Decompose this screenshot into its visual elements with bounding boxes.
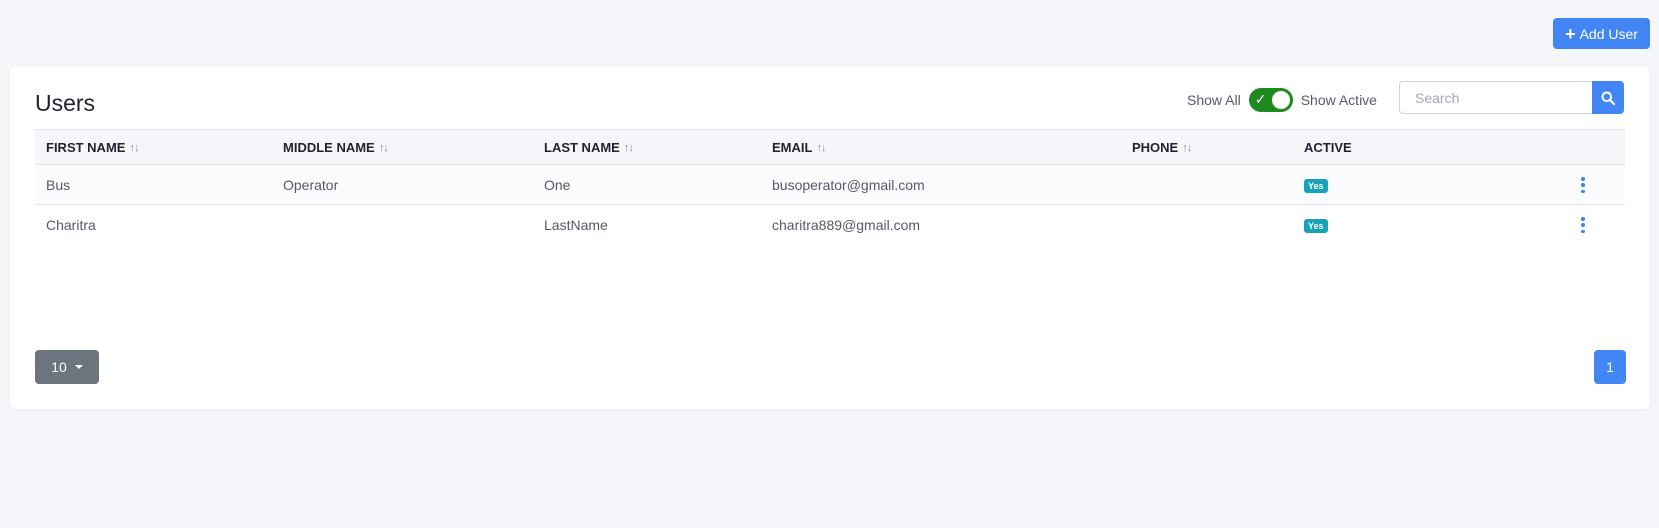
search-input[interactable]	[1399, 81, 1592, 114]
active-badge: Yes	[1304, 219, 1328, 233]
cell-first-name: Bus	[46, 177, 71, 193]
active-badge: Yes	[1304, 179, 1328, 193]
column-header-active: ACTIVE	[1304, 140, 1352, 155]
cell-first-name: Charitra	[46, 217, 96, 233]
cell-last-name: One	[544, 177, 571, 193]
column-header-middle-name[interactable]: MIDDLE NAME ↑↓	[283, 140, 389, 155]
cell-email: busoperator@gmail.com	[772, 177, 925, 193]
cell-middle-name: Operator	[283, 177, 339, 193]
active-filter-toggle-group: Show All ✓ Show Active	[1187, 87, 1377, 113]
sort-icon[interactable]: ↑↓	[379, 142, 389, 154]
show-active-label: Show Active	[1300, 92, 1377, 108]
pagination-page-button[interactable]: 1	[1594, 350, 1626, 384]
column-header-email[interactable]: EMAIL ↑↓	[772, 140, 826, 155]
column-label: MIDDLE NAME	[283, 140, 375, 155]
table-row[interactable]: Bus Operator One busoperator@gmail.com Y…	[35, 165, 1625, 205]
column-label: ACTIVE	[1304, 140, 1352, 155]
row-actions-menu-icon[interactable]	[1580, 177, 1586, 193]
column-header-phone[interactable]: PHONE ↑↓	[1132, 140, 1192, 155]
search-icon	[1601, 91, 1615, 105]
row-actions-menu-icon[interactable]	[1580, 217, 1586, 233]
cell-last-name: LastName	[544, 217, 608, 233]
search-group	[1399, 81, 1624, 114]
column-label: LAST NAME	[544, 140, 620, 155]
page-size-value: 10	[51, 359, 67, 375]
caret-down-icon	[74, 365, 83, 369]
add-user-button[interactable]: + Add User	[1553, 18, 1650, 49]
active-filter-toggle[interactable]: ✓	[1248, 88, 1293, 112]
cell-email: charitra889@gmail.com	[772, 217, 921, 233]
table-row[interactable]: Charitra LastName charitra889@gmail.com …	[35, 205, 1625, 245]
column-header-first-name[interactable]: FIRST NAME ↑↓	[46, 140, 139, 155]
column-label: EMAIL	[772, 140, 813, 155]
sort-icon[interactable]: ↑↓	[624, 142, 634, 154]
show-all-label: Show All	[1187, 92, 1241, 108]
page-size-dropdown[interactable]: 10	[35, 350, 99, 384]
column-label: PHONE	[1132, 140, 1179, 155]
check-icon: ✓	[1254, 91, 1267, 107]
users-card: Users Show All ✓ Show Active FIRST NAME …	[10, 66, 1650, 409]
sort-icon[interactable]: ↑↓	[1182, 142, 1192, 154]
sort-icon[interactable]: ↑↓	[816, 142, 826, 154]
column-header-last-name[interactable]: LAST NAME ↑↓	[544, 140, 634, 155]
search-button[interactable]	[1592, 81, 1624, 114]
add-user-label: Add User	[1579, 25, 1638, 42]
sort-icon[interactable]: ↑↓	[129, 142, 139, 154]
table-header: FIRST NAME ↑↓ MIDDLE NAME ↑↓ LAST NAME ↑…	[35, 129, 1625, 165]
plus-icon: +	[1565, 23, 1576, 44]
users-table: FIRST NAME ↑↓ MIDDLE NAME ↑↓ LAST NAME ↑…	[35, 129, 1625, 245]
toggle-knob	[1271, 91, 1290, 109]
page-title: Users	[35, 90, 96, 116]
column-label: FIRST NAME	[46, 140, 126, 155]
